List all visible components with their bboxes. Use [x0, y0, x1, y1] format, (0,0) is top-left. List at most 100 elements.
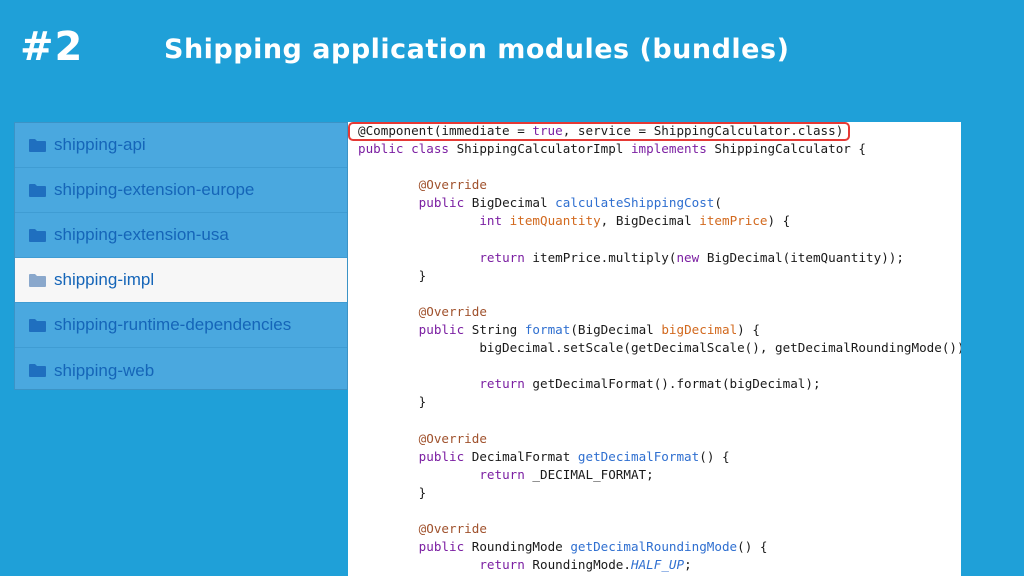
- code-token: @Override: [418, 177, 487, 193]
- code-line: public class ShippingCalculatorImpl impl…: [358, 140, 961, 158]
- code-token: return: [479, 557, 533, 573]
- code-token: public: [418, 322, 472, 338]
- code-line: public BigDecimal calculateShippingCost(: [358, 194, 961, 212]
- code-token: new: [676, 249, 707, 265]
- code-token: , service = ShippingCalculator.class): [562, 123, 844, 138]
- code-token: , BigDecimal: [600, 213, 700, 229]
- module-item-shipping-extension-usa[interactable]: shipping-extension-usa: [15, 213, 347, 258]
- folder-icon: [28, 228, 47, 243]
- module-item-label: shipping-api: [54, 135, 146, 154]
- code-token: }: [358, 394, 427, 410]
- code-token: getDecimalFormat().format(bigDecimal);: [532, 376, 821, 392]
- code-token: public: [418, 195, 472, 211]
- code-line: }: [358, 484, 961, 502]
- code-token: @Component(immediate =: [358, 123, 533, 138]
- folder-icon: [28, 363, 47, 378]
- code-token: ) {: [767, 213, 791, 229]
- code-line: }: [358, 267, 961, 285]
- code-token: String: [471, 322, 525, 338]
- module-item-shipping-impl[interactable]: shipping-impl: [15, 258, 347, 303]
- code-token: true: [532, 123, 563, 138]
- code-token: }: [358, 267, 427, 283]
- code-line: return RoundingMode.HALF_UP;: [358, 556, 961, 574]
- code-token: getDecimalRoundingMode: [570, 539, 738, 555]
- code-line: @Override: [358, 176, 961, 194]
- code-token: @Override: [418, 521, 487, 537]
- code-panel: @Component(immediate = true, service = S…: [348, 122, 961, 576]
- folder-icon: [28, 138, 47, 153]
- code-line: @Component(immediate = true, service = S…: [358, 122, 961, 140]
- module-item-label: shipping-extension-usa: [54, 225, 229, 244]
- code-line: return _DECIMAL_FORMAT;: [358, 466, 961, 484]
- code-token: (: [714, 195, 722, 211]
- module-item-shipping-api[interactable]: shipping-api: [15, 123, 347, 168]
- code-token: RoundingMode.: [532, 557, 631, 573]
- code-token: calculateShippingCost: [555, 195, 715, 211]
- code-token: return: [479, 376, 533, 392]
- code-token: @Override: [418, 303, 487, 319]
- module-list: shipping-api shipping-extension-europe shi…: [14, 122, 348, 390]
- code-token: itemQuantity: [509, 213, 601, 229]
- code-line: int itemQuantity, BigDecimal itemPrice) …: [358, 212, 961, 230]
- code-line: }: [358, 393, 961, 411]
- slide-title: Shipping application modules (bundles): [164, 34, 790, 65]
- code-token: getDecimalFormat: [577, 448, 700, 464]
- code-token: bigDecimal.setScale(getDecimalScale(), g…: [358, 340, 961, 356]
- code-token: DecimalFormat: [471, 448, 578, 464]
- code-line: @Override: [358, 303, 961, 321]
- code-token: _DECIMAL_FORMAT;: [532, 466, 654, 482]
- code-token: }: [358, 484, 427, 500]
- code-token: ) {: [737, 322, 760, 338]
- code-token: itemPrice: [699, 213, 768, 229]
- code-token: public: [418, 448, 472, 464]
- code-token: HALF_UP: [630, 557, 685, 573]
- slide-number: #2: [20, 24, 84, 70]
- code-token: BigDecimal: [471, 195, 556, 211]
- code-token: ShippingCalculatorImpl: [456, 141, 631, 157]
- code-token: () {: [737, 539, 768, 555]
- module-item-shipping-runtime-dependencies[interactable]: shipping-runtime-dependencies: [15, 303, 347, 348]
- module-item-shipping-extension-europe[interactable]: shipping-extension-europe: [15, 168, 347, 213]
- code-token: RoundingMode: [471, 539, 571, 555]
- code-line: @Override: [358, 520, 961, 538]
- code-token: implements: [630, 141, 715, 157]
- code-token: return: [479, 466, 533, 482]
- code-token: int: [479, 213, 510, 229]
- code-token: return: [479, 249, 533, 265]
- code-line: return getDecimalFormat().format(bigDeci…: [358, 375, 961, 393]
- module-item-label: shipping-web: [54, 360, 155, 380]
- folder-icon: [28, 183, 47, 198]
- code-token: public: [418, 539, 472, 555]
- code-token: BigDecimal(itemQuantity));: [706, 249, 904, 265]
- code-token: format: [524, 322, 571, 338]
- code-line: public RoundingMode getDecimalRoundingMo…: [358, 538, 961, 556]
- code-token: public class: [358, 141, 457, 157]
- module-item-shipping-web[interactable]: shipping-web: [15, 348, 347, 393]
- code-line: @Override: [358, 430, 961, 448]
- folder-icon: [28, 273, 47, 288]
- code-token: ShippingCalculator {: [714, 141, 867, 157]
- code-block: @Component(immediate = true, service = S…: [358, 122, 961, 574]
- code-line: public DecimalFormat getDecimalFormat() …: [358, 448, 961, 466]
- code-line: return itemPrice.multiply(new BigDecimal…: [358, 249, 961, 267]
- code-line: public String format(BigDecimal bigDecim…: [358, 321, 961, 339]
- code-token: ;: [684, 557, 692, 573]
